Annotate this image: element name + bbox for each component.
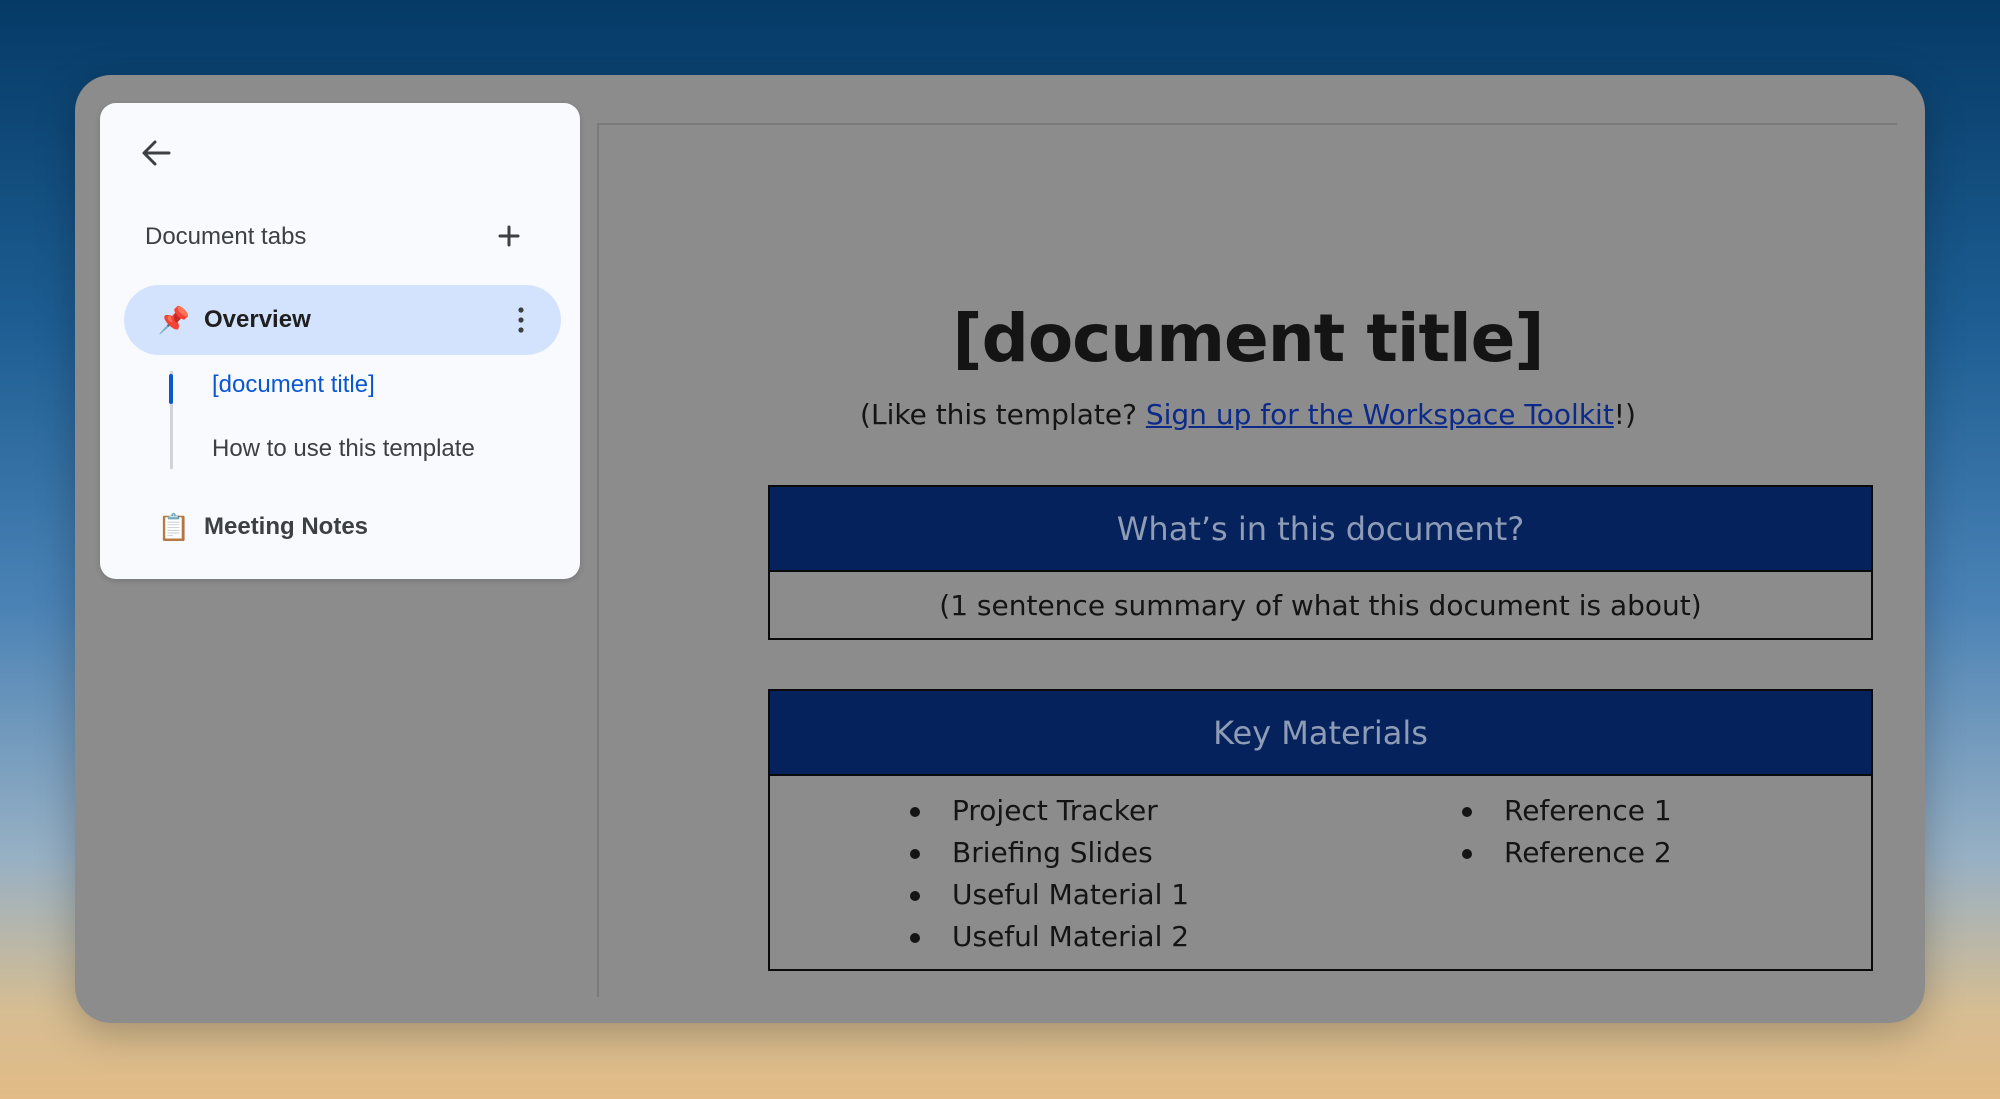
outline-active-indicator <box>169 374 173 404</box>
outline-item-document-title[interactable]: [document title] <box>212 371 375 399</box>
clipboard-icon: 📋 <box>157 512 191 542</box>
list-item: Project Tracker <box>910 790 1189 832</box>
plus-icon[interactable] <box>494 221 524 251</box>
summary-table-heading: What’s in this document? <box>770 487 1871 572</box>
tab-label: Overview <box>204 306 311 333</box>
document-tabs-panel: Document tabs 📌 Overview [document title… <box>100 103 580 579</box>
tab-overview[interactable]: 📌 Overview <box>124 285 561 355</box>
subtitle-prefix: (Like this template? <box>860 398 1146 431</box>
list-item: Useful Material 2 <box>910 916 1189 958</box>
document-tabs-heading: Document tabs <box>145 223 307 250</box>
list-item: Useful Material 1 <box>910 874 1189 916</box>
materials-list-right: Reference 1 Reference 2 <box>1462 790 1672 874</box>
list-item: Reference 2 <box>1462 832 1672 874</box>
key-materials-table: Key Materials Project Tracker Briefing S… <box>768 689 1873 971</box>
outline-item-how-to-use[interactable]: How to use this template <box>212 435 475 463</box>
summary-table: What’s in this document? (1 sentence sum… <box>768 485 1873 640</box>
document-title: [document title] <box>952 300 1544 377</box>
tab-meeting-notes[interactable]: 📋 Meeting Notes <box>124 492 561 562</box>
summary-table-text: (1 sentence summary of what this documen… <box>939 588 1702 622</box>
key-materials-lists: Project Tracker Briefing Slides Useful M… <box>770 776 1871 970</box>
tab-label: Meeting Notes <box>204 513 369 540</box>
materials-list-left: Project Tracker Briefing Slides Useful M… <box>910 790 1189 958</box>
key-materials-heading: Key Materials <box>770 691 1871 776</box>
more-vert-icon[interactable] <box>517 306 525 334</box>
document-canvas[interactable]: [document title] (Like this template? Si… <box>597 123 1897 997</box>
list-item: Briefing Slides <box>910 832 1189 874</box>
subtitle-suffix: !) <box>1613 398 1636 431</box>
document-subtitle: (Like this template? Sign up for the Wor… <box>599 398 1897 431</box>
pushpin-icon: 📌 <box>157 305 191 335</box>
list-item: Reference 1 <box>1462 790 1672 832</box>
arrow-left-icon[interactable] <box>136 133 176 173</box>
workspace-toolkit-link[interactable]: Sign up for the Workspace Toolkit <box>1146 398 1614 431</box>
